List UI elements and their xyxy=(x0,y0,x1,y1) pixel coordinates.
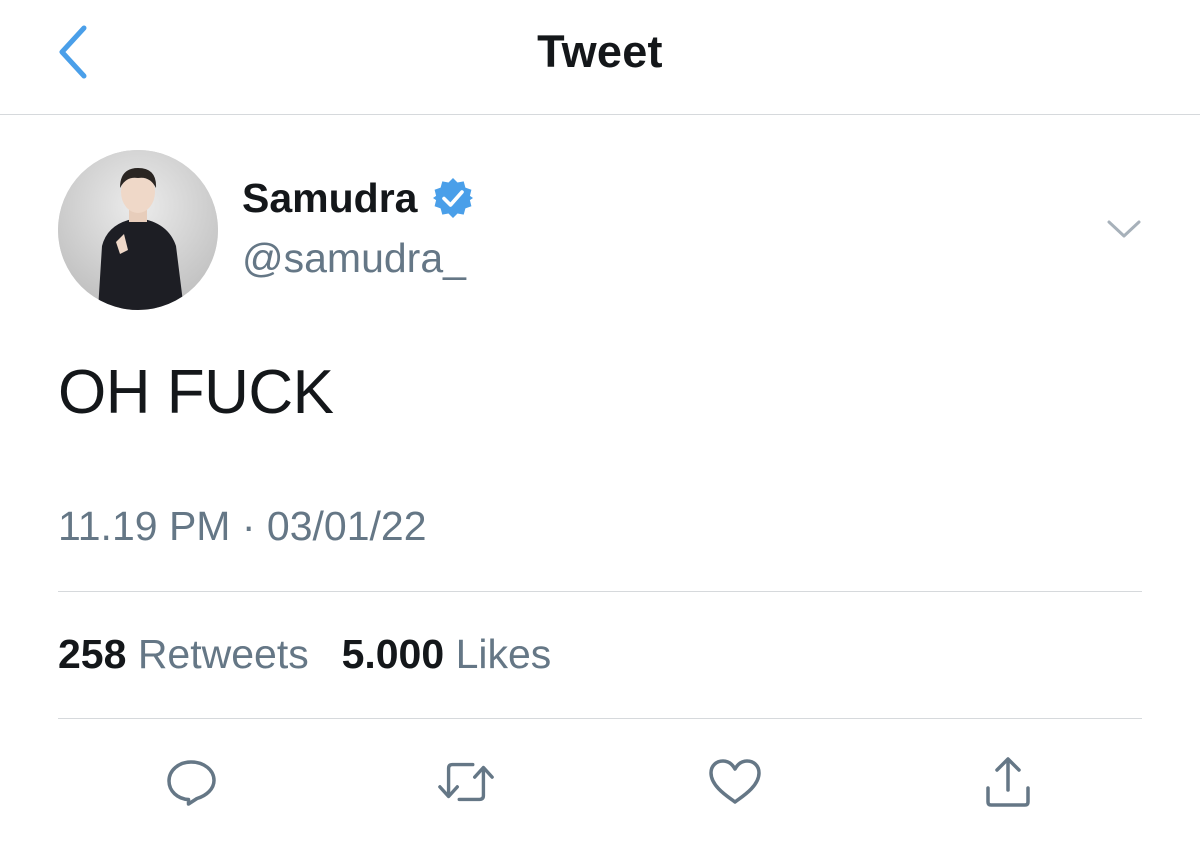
retweets-count: 258 xyxy=(58,631,127,677)
share-button[interactable] xyxy=(978,752,1038,812)
page-title: Tweet xyxy=(537,26,663,77)
user-handle[interactable]: @samudra_ xyxy=(242,238,466,279)
tweet-time: 11.19 PM xyxy=(58,503,231,549)
navigation-header: Tweet xyxy=(0,0,1200,115)
retweet-icon xyxy=(438,762,494,802)
divider xyxy=(58,591,1142,592)
display-name[interactable]: Samudra xyxy=(242,177,417,219)
avatar[interactable] xyxy=(58,150,218,310)
engagement-stats: 258 Retweets 5.000 Likes xyxy=(58,634,551,675)
tweet-text: OH FUCK xyxy=(58,358,334,427)
divider xyxy=(58,718,1142,719)
tweet-detail-screen: Tweet Samudra @samudra_ OH FUCK 11.19 PM… xyxy=(0,0,1200,844)
likes-stat[interactable]: 5.000 Likes xyxy=(342,631,552,677)
retweet-button[interactable] xyxy=(436,752,496,812)
reply-button[interactable] xyxy=(162,752,222,812)
more-options-button[interactable] xyxy=(1104,214,1144,244)
author-name-row[interactable]: Samudra xyxy=(242,176,475,220)
verified-badge-icon xyxy=(433,178,474,218)
tweet-timestamp[interactable]: 11.19 PM · 03/01/22 xyxy=(58,506,427,547)
likes-label: Likes xyxy=(455,631,552,677)
likes-count: 5.000 xyxy=(341,631,445,677)
chevron-down-icon xyxy=(1107,220,1141,238)
reply-icon xyxy=(167,760,216,806)
tweet-date: 03/01/22 xyxy=(266,503,427,549)
like-button[interactable] xyxy=(705,752,765,812)
profile-photo xyxy=(58,150,218,310)
like-icon xyxy=(709,759,761,804)
retweets-label: Retweets xyxy=(137,631,309,677)
retweets-stat[interactable]: 258 Retweets xyxy=(58,631,309,677)
meta-separator: · xyxy=(241,503,256,549)
share-icon xyxy=(986,757,1030,807)
